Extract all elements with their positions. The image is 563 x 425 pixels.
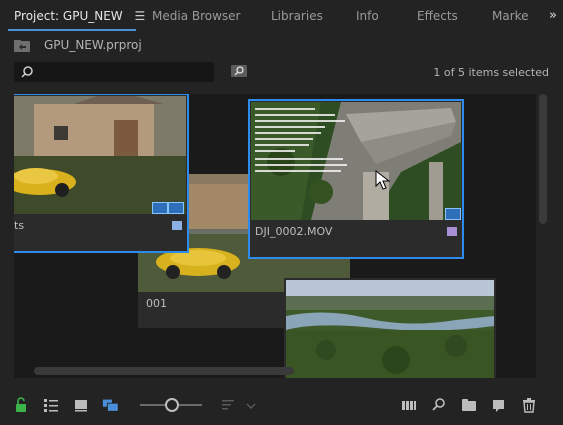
tab-libraries[interactable]: Libraries xyxy=(271,0,323,32)
bin-up-icon[interactable] xyxy=(14,40,30,52)
project-file-name: GPU_NEW.prproj xyxy=(44,38,142,52)
sort-icon[interactable] xyxy=(220,396,238,414)
lock-icon[interactable] xyxy=(12,396,30,414)
telemetry-overlay xyxy=(255,108,347,172)
trash-icon[interactable] xyxy=(520,396,538,414)
hamburger-menu-icon[interactable]: ☰ xyxy=(134,0,145,32)
tab-markers[interactable]: Marke xyxy=(492,0,529,32)
tab-project-label: Project: GPU_NEW xyxy=(14,9,123,23)
mouse-cursor-icon xyxy=(375,170,391,190)
video-badge-icon xyxy=(445,208,461,220)
video-badge-icon xyxy=(152,202,168,214)
vertical-scrollbar[interactable] xyxy=(538,94,548,378)
new-bin-icon[interactable] xyxy=(460,396,478,414)
selection-status: 1 of 5 items selected xyxy=(433,66,549,79)
linked-badge-icon xyxy=(168,202,184,214)
clip-thumbnail xyxy=(14,96,186,214)
panel-tab-bar: Project: GPU_NEW ☰ Media Browser Librari… xyxy=(0,0,563,32)
icon-view-icon[interactable] xyxy=(72,396,90,414)
automate-to-sequence-icon[interactable] xyxy=(400,396,418,414)
freeform-view-icon[interactable] xyxy=(102,396,120,414)
clip-card-aerial[interactable] xyxy=(284,278,496,378)
vertical-scroll-thumb[interactable] xyxy=(539,94,547,224)
chevron-down-icon[interactable] xyxy=(246,402,256,410)
active-tab-indicator xyxy=(8,29,136,31)
clip-name: ts xyxy=(14,219,25,232)
find-icon[interactable] xyxy=(430,396,448,414)
clip-card-dji-0002[interactable]: DJI_0002.MOV xyxy=(248,99,464,259)
label-color-swatch xyxy=(447,227,457,236)
search-icon xyxy=(21,66,33,78)
clip-name: 001 xyxy=(146,297,167,310)
list-view-icon[interactable] xyxy=(42,396,60,414)
find-in-bin-icon[interactable] xyxy=(231,64,247,78)
clip-name: DJI_0002.MOV xyxy=(255,225,333,238)
tab-effects[interactable]: Effects xyxy=(417,0,458,32)
clip-thumbnail xyxy=(286,280,494,378)
tab-info[interactable]: Info xyxy=(356,0,379,32)
tab-overflow-button[interactable]: » xyxy=(543,0,563,32)
bottom-toolbar xyxy=(0,388,563,425)
horizontal-scrollbar[interactable] xyxy=(14,366,536,376)
clip-card-ts[interactable]: ts xyxy=(14,94,189,253)
search-field[interactable] xyxy=(14,62,214,82)
label-color-swatch xyxy=(172,221,182,230)
tab-project[interactable]: Project: GPU_NEW ☰ xyxy=(14,0,145,32)
horizontal-scroll-thumb[interactable] xyxy=(34,367,294,375)
new-item-icon[interactable] xyxy=(490,396,508,414)
tab-media-browser[interactable]: Media Browser xyxy=(152,0,240,32)
clip-grid: 001 ts DJI_0002.MOV xyxy=(14,94,536,378)
clip-thumbnail xyxy=(251,102,461,220)
zoom-slider-knob[interactable] xyxy=(165,398,179,412)
